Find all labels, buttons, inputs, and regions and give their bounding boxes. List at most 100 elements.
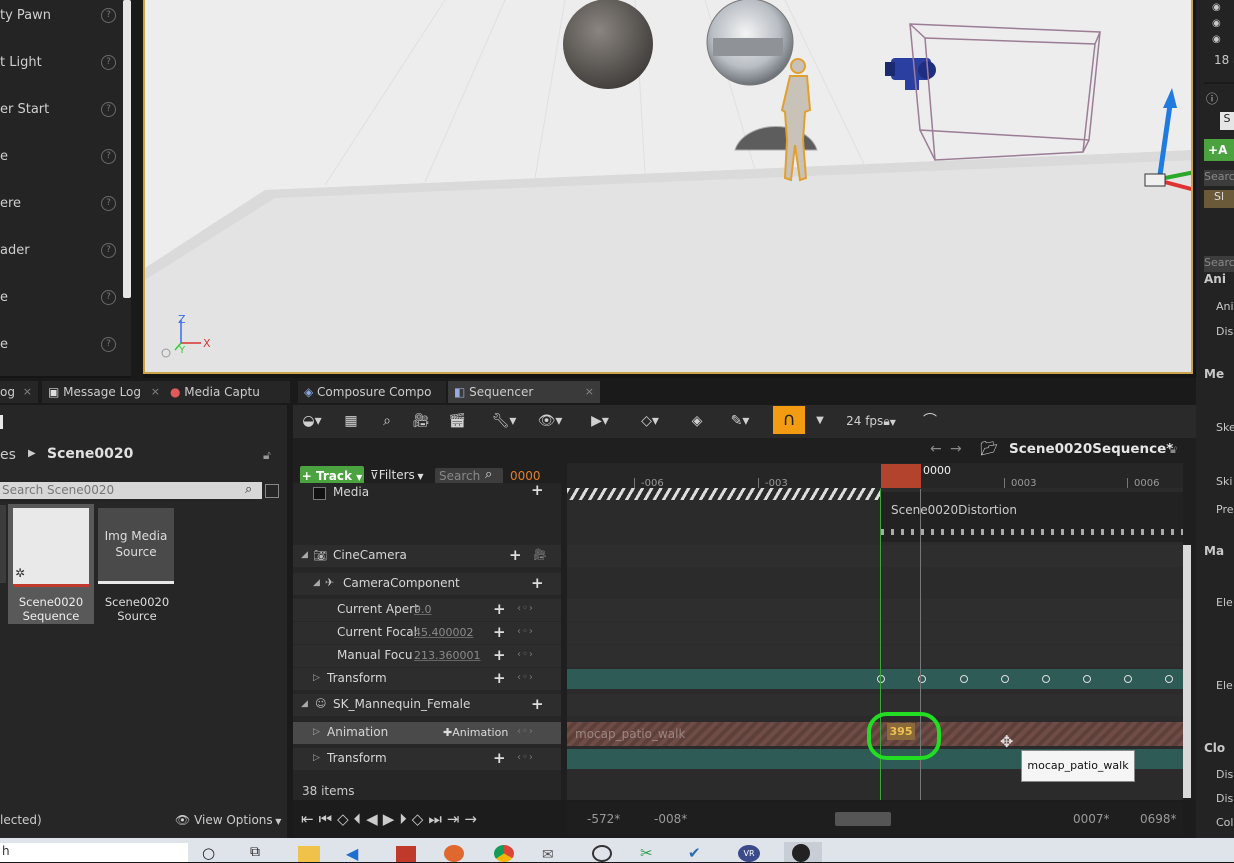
filters-button[interactable]: ⊽Filters ▼ xyxy=(370,468,423,482)
aperture-lane[interactable] xyxy=(567,599,1183,621)
render-movie-icon[interactable]: 🎬︎ xyxy=(444,410,470,432)
key-nav-icons[interactable]: ‹◦› xyxy=(517,603,534,614)
level-viewport[interactable]: Z X Y xyxy=(143,0,1193,374)
place-actors-scrollbar[interactable] xyxy=(123,0,131,298)
breadcrumb-prev[interactable]: es xyxy=(0,447,16,463)
jump-start-icon[interactable]: ⇤ xyxy=(301,810,319,828)
help-icon[interactable]: ? xyxy=(101,196,116,211)
vscode-icon[interactable]: ◀ xyxy=(346,844,358,863)
track-manual-focus[interactable]: Manual Focu 213.360001 + ‹◦› xyxy=(293,645,561,667)
focus-lane[interactable] xyxy=(567,645,1183,667)
close-icon[interactable]: × xyxy=(585,381,594,403)
place-item[interactable]: e? xyxy=(0,288,122,308)
details-search[interactable]: Searc xyxy=(1204,256,1234,272)
info-icon[interactable]: ⓘ xyxy=(1206,90,1218,107)
camera-cut-icon[interactable]: 🎥︎ xyxy=(408,410,434,432)
help-icon[interactable]: ? xyxy=(101,102,116,117)
step-back-key-icon[interactable]: ⏮ xyxy=(319,810,338,828)
add-icon[interactable]: + xyxy=(531,574,544,592)
component-item[interactable]: Sl xyxy=(1204,190,1234,208)
asset-tile-sequence[interactable]: ✲ Scene0020 Sequence xyxy=(8,504,94,624)
expand-arrow-icon[interactable]: ▷ xyxy=(313,727,320,737)
loop-icon[interactable]: → xyxy=(464,810,482,828)
settings-wrench-icon[interactable]: 🔧︎▾ xyxy=(486,410,522,432)
help-icon[interactable]: ? xyxy=(101,243,116,258)
help-icon[interactable]: ? xyxy=(101,149,116,164)
todo-icon[interactable]: ✔ xyxy=(688,844,701,862)
tab-message-log[interactable]: ▣ Message Log × xyxy=(42,381,166,403)
component-search[interactable]: Searc xyxy=(1204,170,1234,186)
camera-lock-icon[interactable]: 🎥︎ xyxy=(533,548,547,561)
vr-icon[interactable]: VR xyxy=(738,845,760,862)
add-key-icon[interactable]: + xyxy=(493,623,506,641)
add-icon[interactable]: + xyxy=(531,695,544,713)
mail-icon[interactable]: ✉ xyxy=(542,847,554,863)
asset-tile-source[interactable]: Img Media Source xyxy=(98,508,174,584)
expand-arrow-icon[interactable]: ◢ xyxy=(301,550,308,560)
next-key-icon[interactable]: ◇ xyxy=(412,810,429,828)
track-current-aperture[interactable]: Current Apert 9.0 + ‹◦› xyxy=(293,599,561,621)
place-item[interactable]: ere? xyxy=(0,194,122,214)
focus-value[interactable]: 213.360001 xyxy=(414,649,480,662)
track-cine-camera[interactable]: ◢ 📷︎ CineCamera + 🎥︎ xyxy=(293,545,561,567)
edit-brush-icon[interactable]: ✎▾ xyxy=(722,410,758,432)
tab-sequencer[interactable]: ◧ Sequencer × xyxy=(448,381,600,403)
help-icon[interactable]: ? xyxy=(101,55,116,70)
key-icon[interactable]: ◇▾ xyxy=(632,410,668,432)
key-nav-icons[interactable]: ‹◦› xyxy=(517,752,534,763)
expand-arrow-icon[interactable]: ▷ xyxy=(313,753,320,763)
track-media[interactable]: Media + xyxy=(293,481,561,501)
category-mesh[interactable]: Me xyxy=(1204,367,1224,381)
key-auto-icon[interactable]: ◈ xyxy=(684,410,710,432)
folder-icon[interactable]: 📂︎ xyxy=(980,441,998,457)
help-icon[interactable]: ? xyxy=(101,8,116,23)
keyframe[interactable] xyxy=(1001,675,1009,683)
add-key-icon[interactable]: + xyxy=(493,749,506,767)
add-animation-button[interactable]: ✚Animation xyxy=(443,726,508,739)
save-search-icon[interactable] xyxy=(265,484,279,498)
lock-icon[interactable]: 🔓︎ xyxy=(263,448,271,463)
add-key-icon[interactable]: + xyxy=(493,646,506,664)
world-settings-icon[interactable]: ◒▾ xyxy=(298,410,326,432)
help-icon[interactable]: ? xyxy=(101,337,116,352)
file-explorer-icon[interactable] xyxy=(298,846,320,862)
lock-icon[interactable]: 🔓︎ xyxy=(1170,443,1177,457)
category-materials[interactable]: Ma xyxy=(1204,544,1224,558)
fps-dropdown[interactable]: 24 fps🔒︎▼ xyxy=(838,410,904,432)
keyframe[interactable] xyxy=(1165,675,1173,683)
view-range-start[interactable]: -572* xyxy=(587,812,620,826)
breadcrumb-current[interactable]: Scene0020 xyxy=(47,446,133,462)
category-clothing[interactable]: Clo xyxy=(1204,741,1225,755)
place-item[interactable]: ader? xyxy=(0,241,122,261)
focal-lane[interactable] xyxy=(567,622,1183,644)
play-icon[interactable]: ▶ xyxy=(383,810,400,828)
tab-composure[interactable]: ◈ Composure Compo xyxy=(298,381,446,403)
details-field[interactable]: S xyxy=(1220,112,1234,130)
visibility-eye-icons[interactable]: ◉ ◉ ◉ xyxy=(1212,0,1226,46)
place-item[interactable]: e? xyxy=(0,335,122,355)
aperture-value[interactable]: 9.0 xyxy=(414,603,432,616)
view-range-end[interactable]: 0698* xyxy=(1140,812,1177,826)
forward-arrow-icon[interactable]: → xyxy=(950,441,962,457)
add-key-icon[interactable]: + xyxy=(493,600,506,618)
playback-icon[interactable]: ▶▾ xyxy=(583,410,617,432)
store-icon[interactable] xyxy=(396,846,416,862)
expand-arrow-icon[interactable]: ▷ xyxy=(313,673,320,683)
add-key-icon[interactable]: + xyxy=(493,669,506,687)
cine-camera-lane[interactable] xyxy=(567,545,1183,567)
snap-magnet-icon[interactable]: ∩ xyxy=(773,406,805,434)
ubuntu-icon[interactable] xyxy=(444,845,464,862)
step-forward-icon[interactable]: ⏵ xyxy=(399,810,412,828)
track-transform-mannequin[interactable]: ▷ Transform + ‹◦› xyxy=(293,748,561,770)
timeline-scrollbar[interactable] xyxy=(1183,545,1191,798)
playhead-handle[interactable] xyxy=(881,464,921,489)
place-item[interactable]: er Start? xyxy=(0,100,122,120)
track-camera-component[interactable]: ◢ ✈︎ CameraComponent + xyxy=(293,573,561,595)
working-range-start[interactable]: -008* xyxy=(654,812,687,826)
reverse-play-icon[interactable]: ◀ xyxy=(366,810,383,828)
media-section[interactable]: Scene0020Distortion xyxy=(881,492,1183,542)
track-current-focal[interactable]: Current Focal 45.400002 + ‹◦› xyxy=(293,622,561,644)
place-item[interactable]: e? xyxy=(0,147,122,167)
close-icon[interactable]: × xyxy=(151,381,160,403)
focal-value[interactable]: 45.400002 xyxy=(414,626,474,639)
